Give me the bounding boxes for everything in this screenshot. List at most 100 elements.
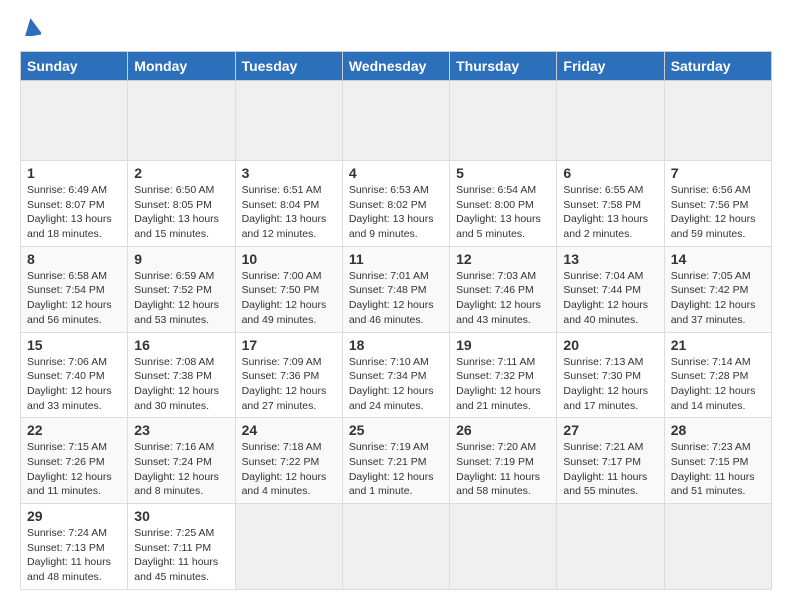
calendar-cell — [342, 81, 449, 161]
day-info: Sunrise: 7:01 AMSunset: 7:48 PMDaylight:… — [349, 269, 443, 328]
calendar-table: SundayMondayTuesdayWednesdayThursdayFrid… — [20, 51, 772, 590]
calendar-cell — [450, 504, 557, 590]
weekday-header-tuesday: Tuesday — [235, 52, 342, 81]
day-info: Sunrise: 7:04 AMSunset: 7:44 PMDaylight:… — [563, 269, 657, 328]
calendar-cell: 3 Sunrise: 6:51 AMSunset: 8:04 PMDaylight… — [235, 161, 342, 247]
day-number: 27 — [563, 422, 657, 438]
day-number: 12 — [456, 251, 550, 267]
calendar-cell — [235, 504, 342, 590]
calendar-cell: 6Sunrise: 6:55 AMSunset: 7:58 PMDaylight… — [557, 161, 664, 247]
calendar-cell: 20 Sunrise: 7:13 AMSunset: 7:30 PMDayligh… — [557, 332, 664, 418]
weekday-header-monday: Monday — [128, 52, 235, 81]
calendar-cell: 2Sunrise: 6:50 AMSunset: 8:05 PMDaylight… — [128, 161, 235, 247]
day-info: Sunrise: 6:51 AMSunset: 8:04 PMDaylight:… — [242, 183, 336, 242]
calendar-cell — [664, 81, 771, 161]
calendar-cell — [128, 81, 235, 161]
calendar-cell: 9 Sunrise: 6:59 AMSunset: 7:52 PMDaylight… — [128, 246, 235, 332]
day-info: Sunrise: 7:06 AMSunset: 7:40 PMDaylight:… — [27, 355, 121, 414]
day-number: 1 — [27, 165, 121, 181]
calendar-cell: 29Sunrise: 7:24 AMSunset: 7:13 PMDayligh… — [21, 504, 128, 590]
day-number: 22 — [27, 422, 121, 438]
calendar-cell: 24Sunrise: 7:18 AMSunset: 7:22 PMDayligh… — [235, 418, 342, 504]
calendar-cell: 23 Sunrise: 7:16 AMSunset: 7:24 PMDayligh… — [128, 418, 235, 504]
calendar-cell: 22Sunrise: 7:15 AMSunset: 7:26 PMDayligh… — [21, 418, 128, 504]
weekday-header-saturday: Saturday — [664, 52, 771, 81]
day-number: 20 — [563, 337, 657, 353]
calendar-cell: 28 Sunrise: 7:23 AMSunset: 7:15 PMDayligh… — [664, 418, 771, 504]
calendar-cell: 26 Sunrise: 7:20 AMSunset: 7:19 PMDayligh… — [450, 418, 557, 504]
calendar-cell: 30 Sunrise: 7:25 AMSunset: 7:11 PMDayligh… — [128, 504, 235, 590]
day-info: Sunrise: 7:05 AMSunset: 7:42 PMDaylight:… — [671, 269, 765, 328]
day-number: 9 — [134, 251, 228, 267]
day-number: 21 — [671, 337, 765, 353]
calendar-cell: 12 Sunrise: 7:03 AMSunset: 7:46 PMDayligh… — [450, 246, 557, 332]
day-info: Sunrise: 7:16 AMSunset: 7:24 PMDaylight:… — [134, 440, 228, 499]
day-number: 5 — [456, 165, 550, 181]
day-info: Sunrise: 7:13 AMSunset: 7:30 PMDaylight:… — [563, 355, 657, 414]
day-number: 26 — [456, 422, 550, 438]
calendar-cell: 17Sunrise: 7:09 AMSunset: 7:36 PMDayligh… — [235, 332, 342, 418]
logo — [20, 20, 41, 41]
day-number: 10 — [242, 251, 336, 267]
weekday-header-sunday: Sunday — [21, 52, 128, 81]
day-info: Sunrise: 6:56 AMSunset: 7:56 PMDaylight:… — [671, 183, 765, 242]
calendar-cell: 11 Sunrise: 7:01 AMSunset: 7:48 PMDayligh… — [342, 246, 449, 332]
day-info: Sunrise: 7:20 AMSunset: 7:19 PMDaylight:… — [456, 440, 550, 499]
day-number: 3 — [242, 165, 336, 181]
day-info: Sunrise: 7:18 AMSunset: 7:22 PMDaylight:… — [242, 440, 336, 499]
day-info: Sunrise: 7:25 AMSunset: 7:11 PMDaylight:… — [134, 526, 228, 585]
day-number: 19 — [456, 337, 550, 353]
day-number: 30 — [134, 508, 228, 524]
calendar-cell — [557, 81, 664, 161]
day-number: 16 — [134, 337, 228, 353]
calendar-cell: 14Sunrise: 7:05 AMSunset: 7:42 PMDayligh… — [664, 246, 771, 332]
calendar-cell: 19 Sunrise: 7:11 AMSunset: 7:32 PMDayligh… — [450, 332, 557, 418]
calendar-cell — [342, 504, 449, 590]
calendar-cell: 8 Sunrise: 6:58 AMSunset: 7:54 PMDaylight… — [21, 246, 128, 332]
day-info: Sunrise: 7:10 AMSunset: 7:34 PMDaylight:… — [349, 355, 443, 414]
calendar-cell: 5 Sunrise: 6:54 AMSunset: 8:00 PMDaylight… — [450, 161, 557, 247]
day-number: 28 — [671, 422, 765, 438]
day-number: 2 — [134, 165, 228, 181]
day-info: Sunrise: 7:21 AMSunset: 7:17 PMDaylight:… — [563, 440, 657, 499]
day-number: 7 — [671, 165, 765, 181]
day-info: Sunrise: 7:08 AMSunset: 7:38 PMDaylight:… — [134, 355, 228, 414]
day-number: 11 — [349, 251, 443, 267]
calendar-cell: 4 Sunrise: 6:53 AMSunset: 8:02 PMDaylight… — [342, 161, 449, 247]
calendar-cell: 21 Sunrise: 7:14 AMSunset: 7:28 PMDayligh… — [664, 332, 771, 418]
calendar-cell: 13 Sunrise: 7:04 AMSunset: 7:44 PMDayligh… — [557, 246, 664, 332]
day-number: 8 — [27, 251, 121, 267]
day-info: Sunrise: 7:23 AMSunset: 7:15 PMDaylight:… — [671, 440, 765, 499]
day-info: Sunrise: 6:58 AMSunset: 7:54 PMDaylight:… — [27, 269, 121, 328]
day-info: Sunrise: 7:24 AMSunset: 7:13 PMDaylight:… — [27, 526, 121, 585]
day-number: 15 — [27, 337, 121, 353]
day-number: 4 — [349, 165, 443, 181]
weekday-header-wednesday: Wednesday — [342, 52, 449, 81]
weekday-header-thursday: Thursday — [450, 52, 557, 81]
day-number: 18 — [349, 337, 443, 353]
day-info: Sunrise: 7:03 AMSunset: 7:46 PMDaylight:… — [456, 269, 550, 328]
weekday-header-friday: Friday — [557, 52, 664, 81]
day-number: 25 — [349, 422, 443, 438]
calendar-cell: 16 Sunrise: 7:08 AMSunset: 7:38 PMDayligh… — [128, 332, 235, 418]
calendar-cell — [557, 504, 664, 590]
day-number: 17 — [242, 337, 336, 353]
day-info: Sunrise: 6:59 AMSunset: 7:52 PMDaylight:… — [134, 269, 228, 328]
calendar-cell: 10Sunrise: 7:00 AMSunset: 7:50 PMDayligh… — [235, 246, 342, 332]
day-info: Sunrise: 7:14 AMSunset: 7:28 PMDaylight:… — [671, 355, 765, 414]
calendar-cell: 18 Sunrise: 7:10 AMSunset: 7:34 PMDayligh… — [342, 332, 449, 418]
day-info: Sunrise: 6:49 AMSunset: 8:07 PMDaylight:… — [27, 183, 121, 242]
calendar-cell: 7 Sunrise: 6:56 AMSunset: 7:56 PMDaylight… — [664, 161, 771, 247]
day-info: Sunrise: 7:11 AMSunset: 7:32 PMDaylight:… — [456, 355, 550, 414]
calendar-cell — [21, 81, 128, 161]
calendar-cell: 1 Sunrise: 6:49 AMSunset: 8:07 PMDaylight… — [21, 161, 128, 247]
day-info: Sunrise: 6:54 AMSunset: 8:00 PMDaylight:… — [456, 183, 550, 242]
page-header — [20, 20, 772, 41]
calendar-cell: 25 Sunrise: 7:19 AMSunset: 7:21 PMDayligh… — [342, 418, 449, 504]
day-number: 13 — [563, 251, 657, 267]
day-info: Sunrise: 7:19 AMSunset: 7:21 PMDaylight:… — [349, 440, 443, 499]
day-info: Sunrise: 6:53 AMSunset: 8:02 PMDaylight:… — [349, 183, 443, 242]
calendar-cell — [664, 504, 771, 590]
calendar-cell — [235, 81, 342, 161]
day-number: 23 — [134, 422, 228, 438]
